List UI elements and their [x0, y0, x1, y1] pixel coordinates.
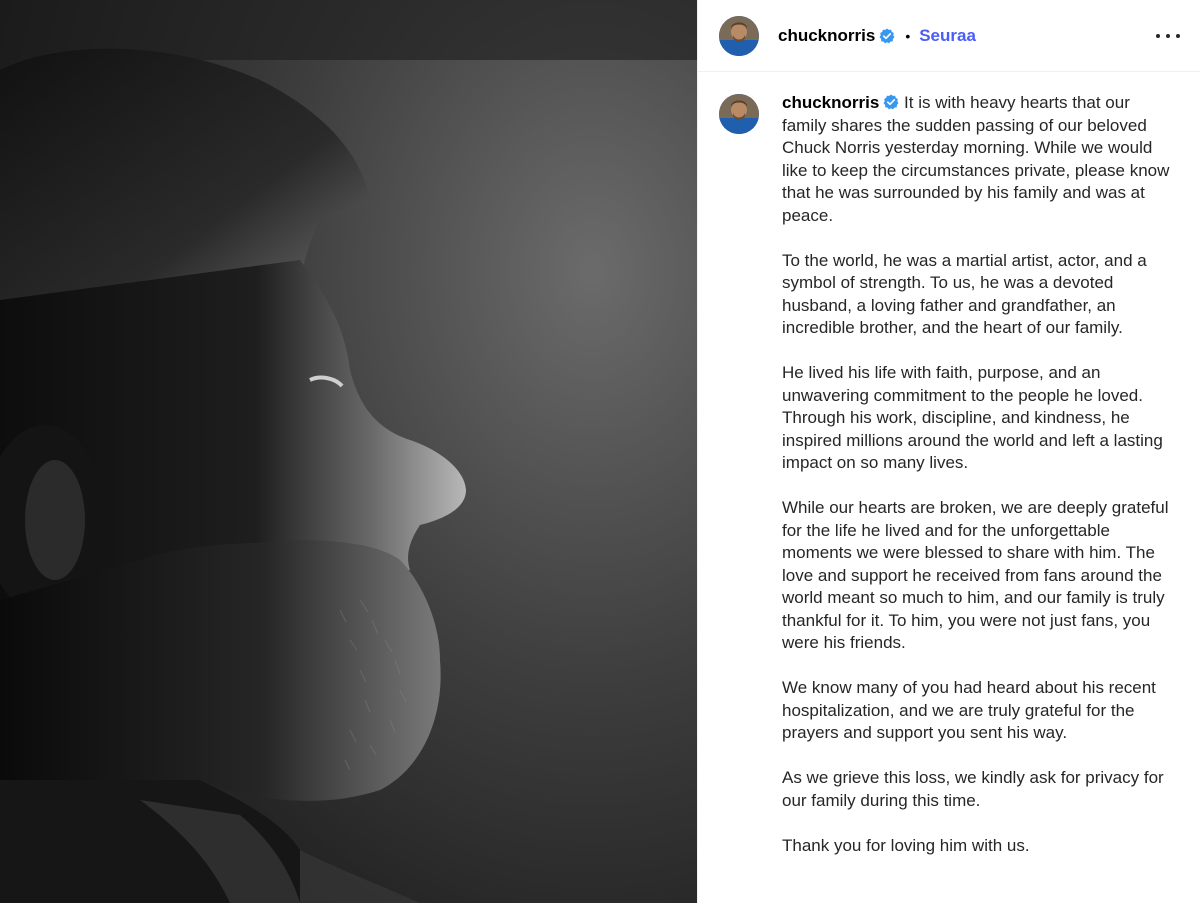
follow-button[interactable]: Seuraa	[919, 26, 976, 46]
caption-paragraph: He lived his life with faith, purpose, a…	[782, 363, 1163, 472]
author-username[interactable]: chucknorris	[778, 26, 875, 46]
separator-dot: •	[905, 27, 911, 44]
post-photo[interactable]	[0, 0, 697, 903]
caption-author-avatar[interactable]	[719, 94, 759, 134]
caption-paragraph: While our hearts are broken, we are deep…	[782, 498, 1169, 652]
dot	[1156, 34, 1160, 38]
verified-badge-icon	[879, 28, 895, 44]
caption-section: chucknorris It is with heavy hearts that…	[698, 72, 1200, 880]
author-avatar[interactable]	[719, 15, 759, 56]
header-user-info: chucknorris • Seuraa	[778, 26, 976, 46]
caption-username[interactable]: chucknorris	[782, 93, 879, 112]
post-side-panel: chucknorris • Seuraa chucknorris It is w…	[697, 0, 1200, 903]
caption-paragraph: We know many of you had heard about his …	[782, 678, 1156, 742]
caption-text: chucknorris It is with heavy hearts that…	[782, 92, 1172, 880]
caption-paragraph: As we grieve this loss, we kindly ask fo…	[782, 768, 1164, 810]
more-options-icon[interactable]	[1156, 24, 1180, 48]
dot	[1166, 34, 1170, 38]
dot	[1176, 34, 1180, 38]
caption-paragraph: Thank you for loving him with us.	[782, 835, 1030, 855]
caption-paragraph: To the world, he was a martial artist, a…	[782, 250, 1147, 338]
caption-paragraph-1-text: It is with heavy hearts that our family …	[782, 93, 1170, 225]
post-header: chucknorris • Seuraa	[698, 0, 1200, 72]
instagram-post: chucknorris • Seuraa chucknorris It is w…	[0, 0, 1200, 903]
caption-paragraph: chucknorris It is with heavy hearts that…	[782, 92, 1172, 227]
verified-badge-icon	[883, 94, 899, 110]
profile-portrait-photo	[0, 0, 697, 903]
